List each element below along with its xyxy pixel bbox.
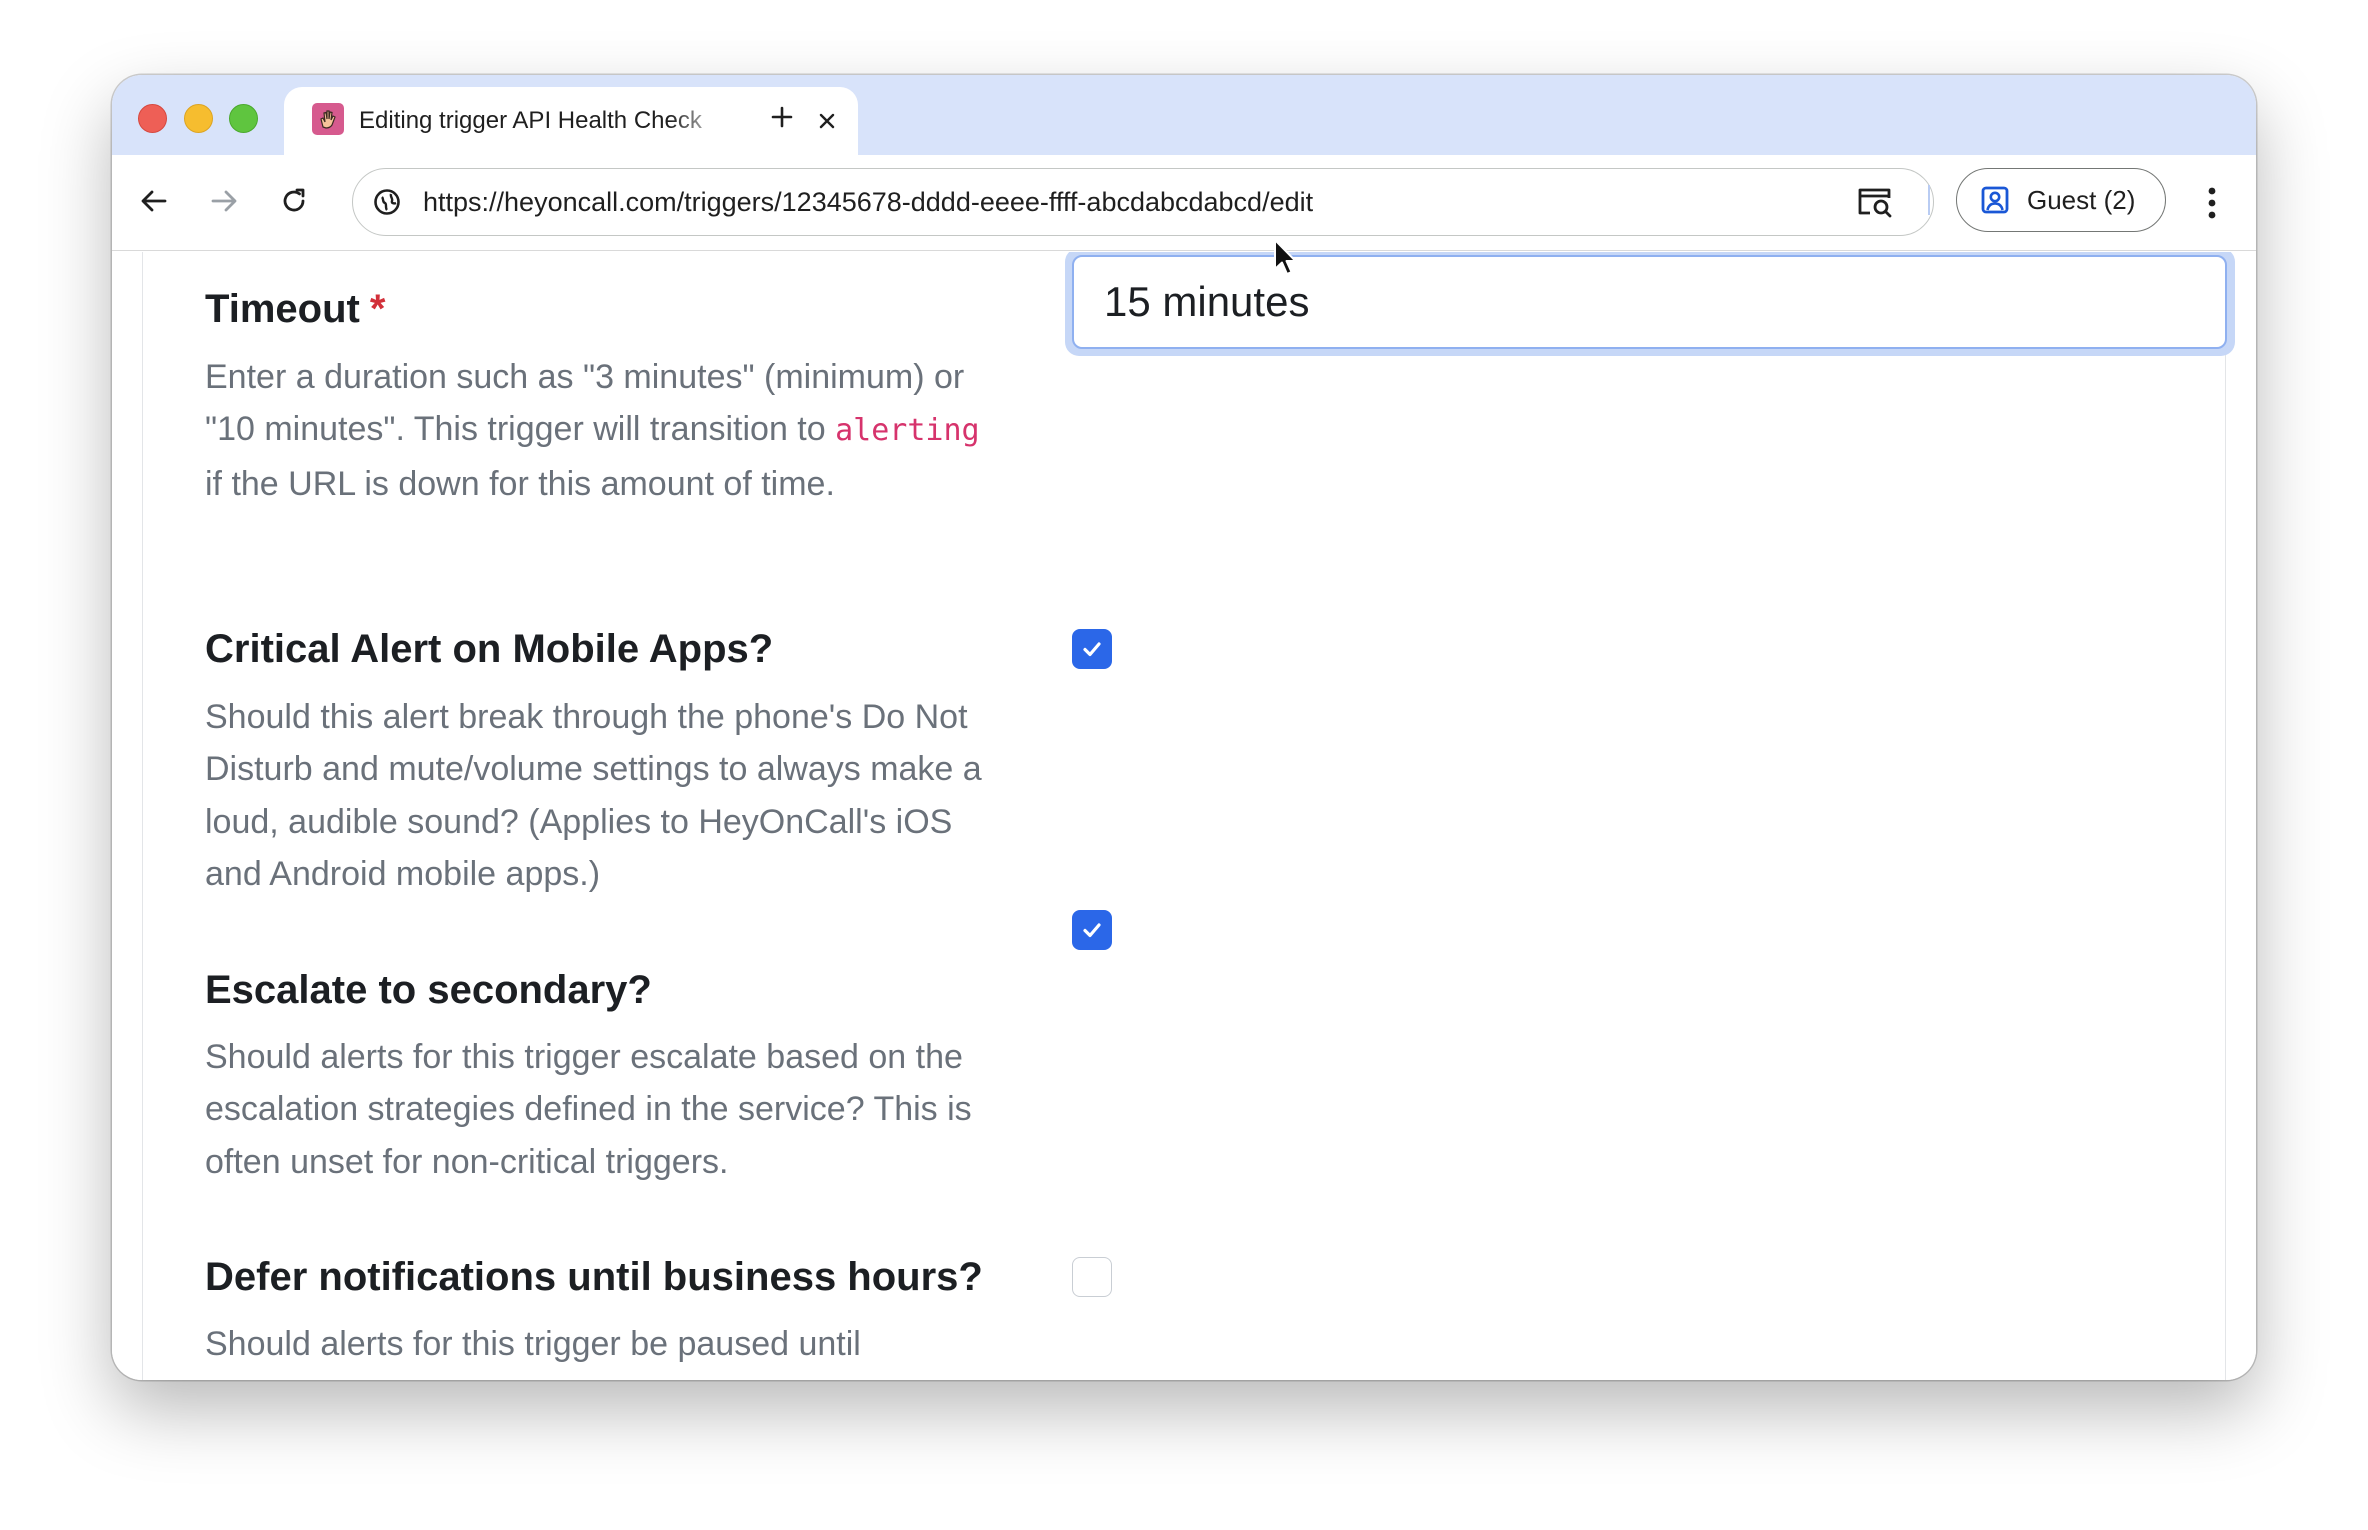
alerting-code: alerting (835, 413, 980, 448)
page-search-icon[interactable] (1853, 180, 1897, 224)
critical-alert-help: Should this alert break through the phon… (205, 697, 982, 894)
forward-arrow-icon[interactable] (204, 181, 244, 221)
defer-checkbox[interactable] (1072, 1256, 1112, 1297)
guest-profile-icon (1979, 184, 2011, 216)
tab-strip: Editing trigger API Health Check (112, 75, 2256, 155)
profile-button[interactable]: Guest (2) (1956, 168, 2166, 232)
required-marker: * (369, 286, 386, 331)
profile-label: Guest (2) (2027, 185, 2136, 215)
reload-icon[interactable] (274, 181, 314, 221)
site-info-icon[interactable] (371, 186, 403, 218)
address-bar[interactable]: https://heyoncall.com/triggers/12345678-… (352, 168, 1934, 236)
timeout-input-focus-ring (1065, 251, 2235, 356)
minimize-window-button[interactable] (184, 104, 213, 133)
critical-alert-label: Critical Alert on Mobile Apps? (205, 626, 774, 671)
timeout-label: Timeout * (205, 284, 385, 334)
url-text: https://heyoncall.com/triggers/12345678-… (423, 187, 1314, 217)
timeout-input[interactable] (1072, 254, 2227, 349)
defer-help: Should alerts for this trigger be paused… (205, 1324, 861, 1363)
trigger-form-card: Timeout * Enter a duration such as "3 min… (142, 251, 2235, 1380)
escalate-checkbox[interactable] (1072, 909, 1112, 950)
browser-toolbar: https://heyoncall.com/triggers/12345678-… (112, 155, 2256, 251)
mouse-cursor-icon (1274, 239, 1297, 275)
checkmark-icon (1083, 922, 1101, 937)
browser-window: Editing trigger API Health Check https:/… (112, 75, 2256, 1380)
close-icon[interactable] (812, 106, 842, 136)
close-window-button[interactable] (138, 104, 167, 133)
timeout-help-text-end: if the URL is down for this amount of ti… (205, 464, 835, 503)
maximize-window-button[interactable] (229, 104, 258, 133)
escalate-label: Escalate to secondary? (205, 967, 652, 1012)
critical-alert-checkbox[interactable] (1072, 628, 1112, 669)
page-viewport: Timeout * Enter a duration such as "3 min… (112, 251, 2256, 1380)
tab-title: Editing trigger API Health Check (359, 107, 702, 134)
escalate-help: Should alerts for this trigger escalate … (205, 1037, 972, 1181)
defer-label: Defer notifications until business hours… (205, 1254, 983, 1299)
checkmark-icon (1083, 641, 1101, 656)
back-arrow-icon[interactable] (134, 181, 174, 221)
plus-icon[interactable] (764, 99, 800, 135)
timeout-help: Enter a duration such as "3 minutes" (mi… (205, 351, 995, 511)
more-menu-icon[interactable] (2192, 181, 2232, 225)
wave-hand-icon (312, 103, 344, 135)
timeout-label-text: Timeout (205, 286, 360, 331)
toolbar-divider (1928, 185, 1930, 215)
